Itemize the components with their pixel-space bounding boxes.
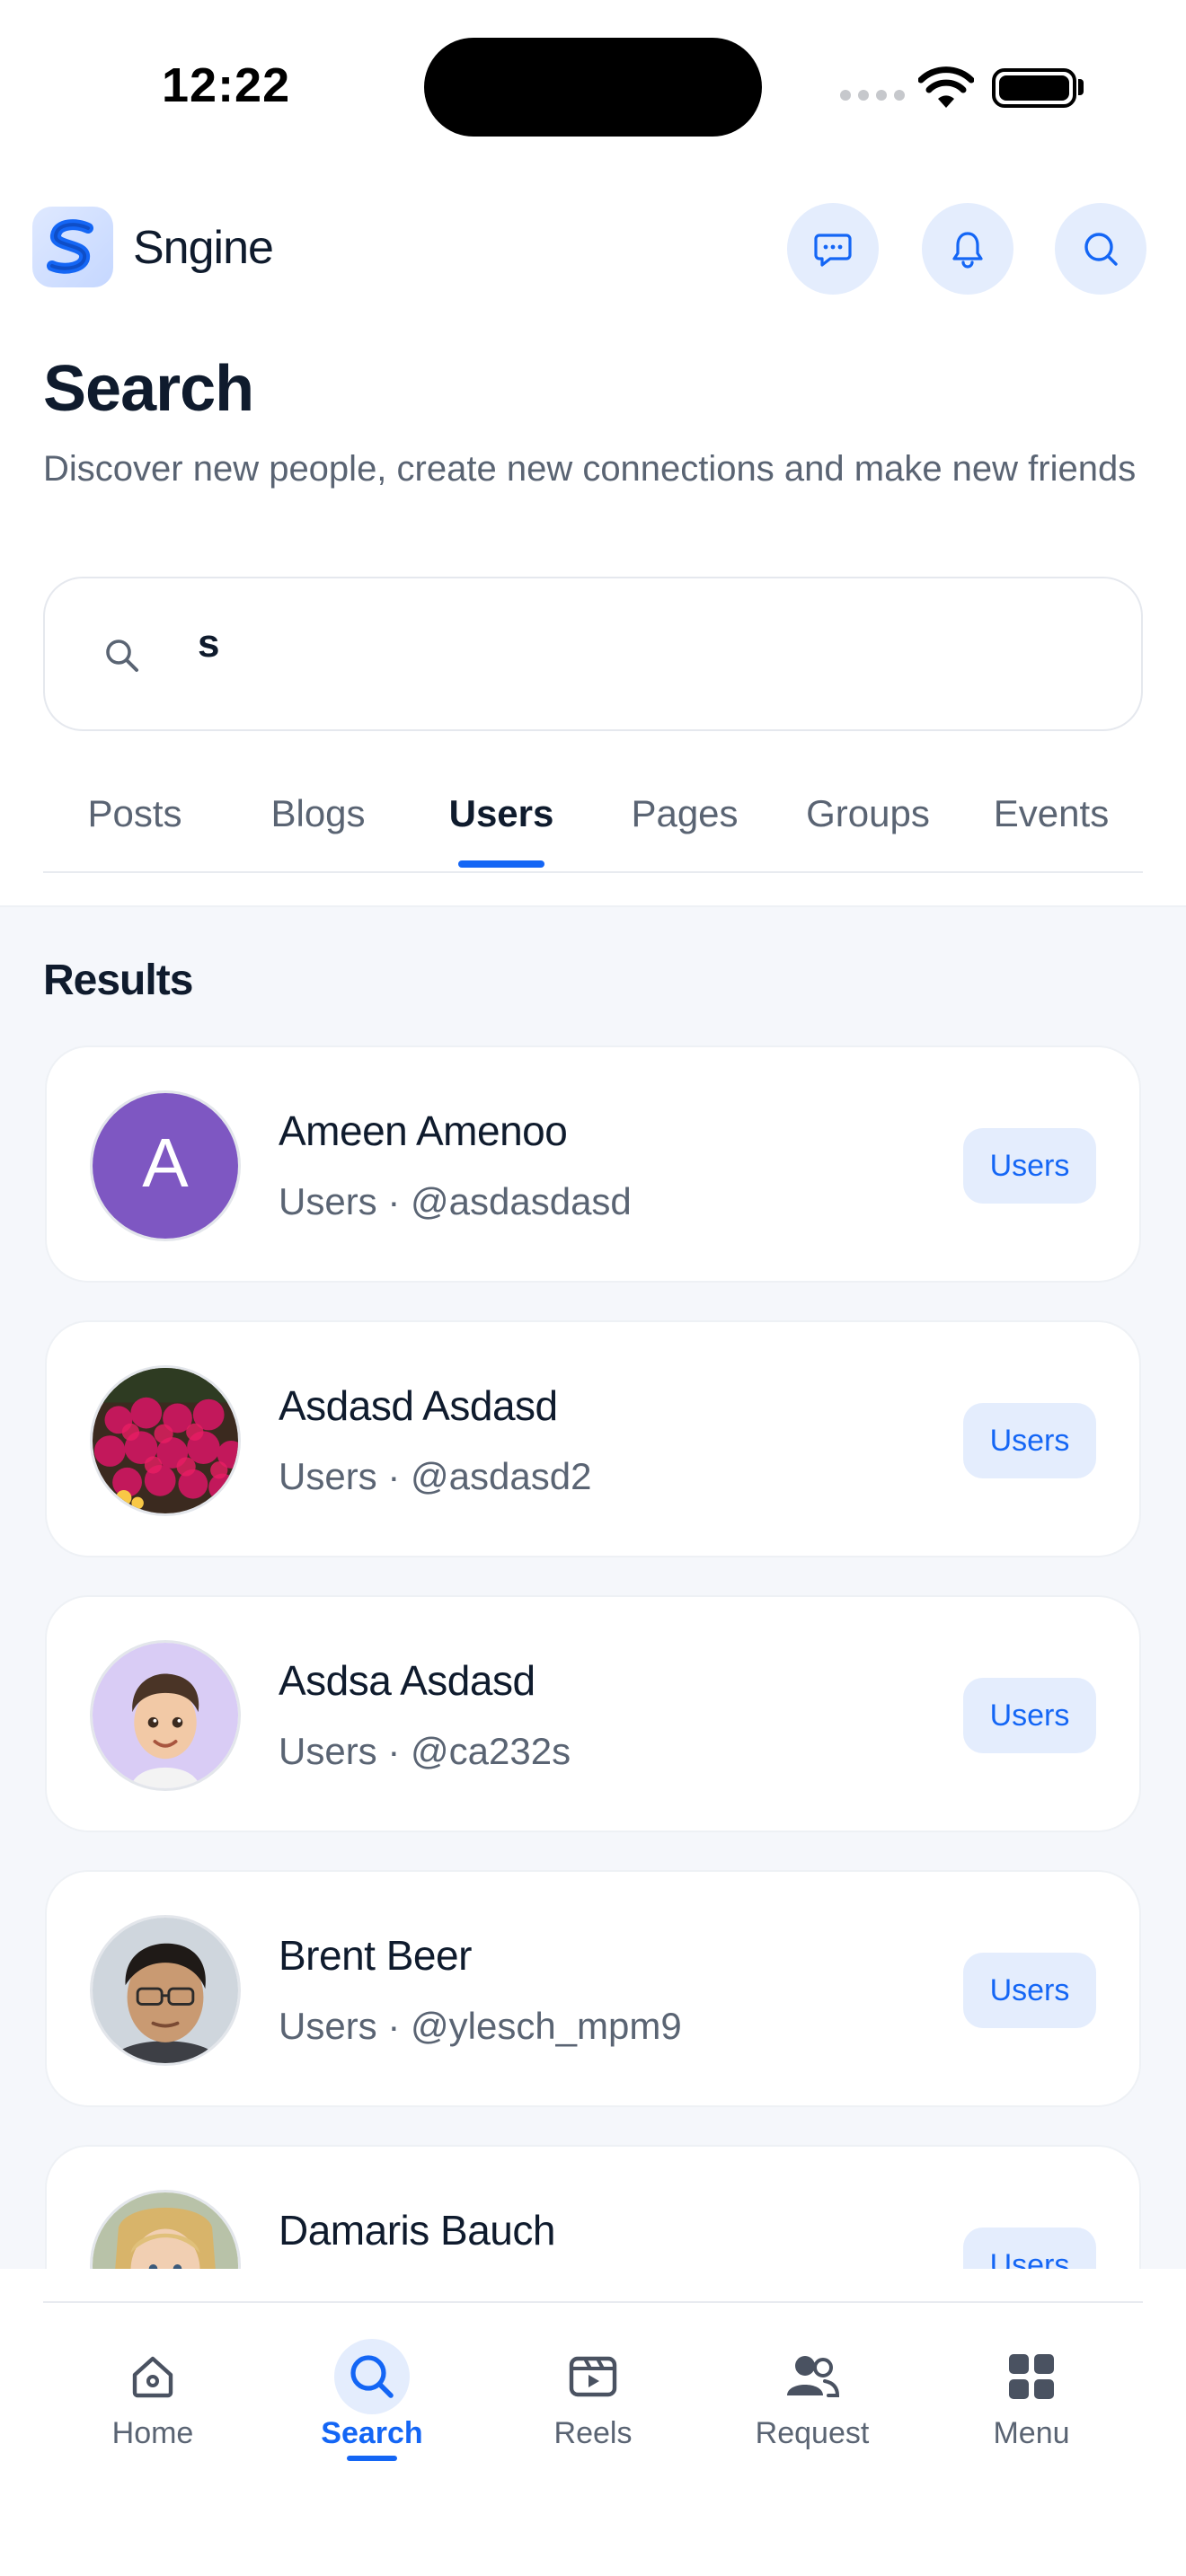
memoji-avatar-image	[93, 1643, 238, 1788]
tab-blogs[interactable]: Blogs	[270, 792, 365, 835]
nav-item-search[interactable]: Search	[300, 2323, 444, 2461]
tab-posts[interactable]: Posts	[87, 792, 181, 835]
nav-label: Menu	[993, 2416, 1070, 2450]
status-time: 12:22	[162, 58, 291, 112]
chat-bubble-icon	[814, 234, 852, 267]
tab-users[interactable]: Users	[449, 792, 554, 835]
battery-cap	[1078, 79, 1084, 95]
search-value: s	[198, 622, 220, 666]
search-icon	[1084, 233, 1118, 266]
search-icon	[334, 2339, 410, 2414]
result-type-badge: Users	[963, 1128, 1096, 1204]
logo-icon	[47, 219, 93, 274]
result-name[interactable]: Damaris Bauch	[279, 2206, 555, 2254]
avatar[interactable]	[90, 1365, 241, 1516]
nav-divider	[43, 2301, 1143, 2303]
result-meta: Users · @asdasdasd	[279, 1180, 632, 1222]
flowers-photo-image	[93, 1368, 238, 1513]
avatar[interactable]	[90, 2190, 241, 2269]
active-nav-indicator	[347, 2456, 397, 2461]
header-search-button[interactable]	[1055, 203, 1146, 295]
nav-item-menu[interactable]: Menu	[960, 2323, 1103, 2457]
avatar-initial: A	[142, 1125, 189, 1202]
wifi-icon	[918, 66, 974, 108]
users-icon	[774, 2339, 850, 2414]
avatar[interactable]	[90, 1915, 241, 2066]
results-heading: Results	[43, 957, 193, 1004]
result-card[interactable]: Brent Beer Users · @ylesch_mpm9 Users	[45, 1870, 1141, 2107]
result-meta: Users · @ca232s	[279, 1730, 571, 1772]
avatar-initial-image: A	[93, 1093, 238, 1239]
search-icon	[106, 640, 138, 672]
nav-item-reels[interactable]: Reels	[521, 2323, 665, 2457]
app-name: Sngine	[133, 222, 274, 274]
home-icon	[115, 2339, 190, 2414]
result-type-badge: Users	[963, 1678, 1096, 1753]
result-card[interactable]: Damaris Bauch Users	[45, 2145, 1141, 2269]
nav-item-home[interactable]: Home	[81, 2323, 225, 2457]
search-input[interactable]: s	[43, 577, 1143, 731]
active-tab-indicator	[458, 860, 544, 868]
result-name[interactable]: Asdsa Asdasd	[279, 1656, 535, 1705]
cellular-signal-icon	[840, 90, 905, 101]
nav-label: Reels	[553, 2416, 633, 2450]
result-name[interactable]: Asdasd Asdasd	[279, 1381, 558, 1430]
nav-item-request[interactable]: Request	[740, 2323, 884, 2457]
dynamic-island	[424, 38, 762, 137]
result-meta: Users · @asdasd2	[279, 1455, 592, 1497]
result-card[interactable]: A Ameen Amenoo Users · @asdasdasd Users	[45, 1045, 1141, 1283]
tab-events[interactable]: Events	[994, 792, 1109, 835]
notifications-button[interactable]	[922, 203, 1013, 295]
results-section: Results A Ameen Amenoo Users · @asdasdas…	[0, 905, 1186, 2269]
result-type-badge: Users	[963, 1953, 1096, 2028]
messages-button[interactable]	[787, 203, 879, 295]
page-subtitle: Discover new people, create new connecti…	[43, 449, 1137, 489]
user-photo-image	[93, 2192, 238, 2269]
search-tabs: Posts Blogs Users Pages Groups Events	[43, 772, 1143, 873]
avatar[interactable]: A	[90, 1090, 241, 1241]
bell-icon	[952, 232, 983, 269]
nav-label: Search	[321, 2416, 423, 2450]
user-photo-image	[93, 1918, 238, 2063]
result-type-badge: Users	[963, 1403, 1096, 1478]
result-meta: Users · @ylesch_mpm9	[279, 2005, 682, 2047]
tab-pages[interactable]: Pages	[631, 792, 738, 835]
bottom-navigation: Home Search Reels Request Menu	[0, 2269, 1186, 2576]
nav-label: Request	[755, 2416, 870, 2450]
nav-label: Home	[111, 2416, 194, 2450]
battery-icon	[992, 68, 1076, 108]
grid-icon	[994, 2339, 1069, 2414]
page-title: Search	[43, 353, 254, 425]
tab-groups[interactable]: Groups	[806, 792, 930, 835]
result-name[interactable]: Ameen Amenoo	[279, 1107, 568, 1155]
app-logo[interactable]	[32, 207, 113, 287]
result-name[interactable]: Brent Beer	[279, 1931, 472, 1980]
status-bar: 12:22	[0, 0, 1186, 171]
result-card[interactable]: Asdsa Asdasd Users · @ca232s Users	[45, 1595, 1141, 1832]
app-header: Sngine	[0, 198, 1186, 296]
reels-icon	[555, 2339, 631, 2414]
result-type-badge: Users	[963, 2228, 1096, 2269]
result-card[interactable]: Asdasd Asdasd Users · @asdasd2 Users	[45, 1320, 1141, 1557]
avatar[interactable]	[90, 1640, 241, 1791]
